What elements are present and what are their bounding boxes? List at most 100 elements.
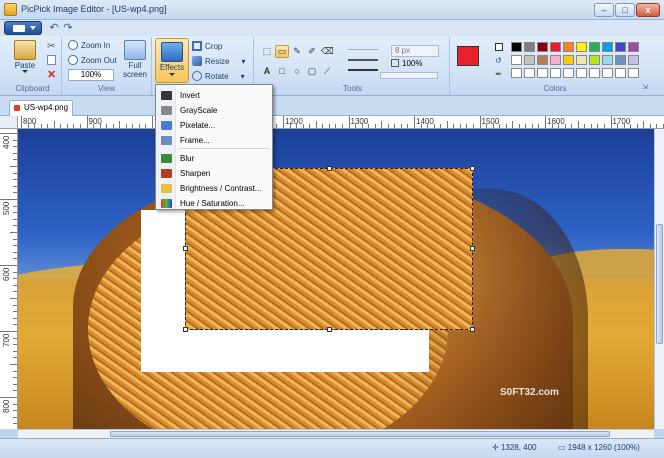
palette-swatch[interactable] xyxy=(602,68,613,78)
palette-swatch[interactable] xyxy=(511,42,522,52)
ruler-minor-tick xyxy=(99,124,101,128)
eraser-icon[interactable]: ⌫ xyxy=(320,45,334,58)
selection-handle[interactable] xyxy=(470,166,475,171)
ruler-minor-tick xyxy=(13,212,17,214)
palette-swatch[interactable] xyxy=(576,68,587,78)
palette-swatch[interactable] xyxy=(524,55,535,65)
palette-swatch[interactable] xyxy=(524,68,535,78)
undo-icon[interactable]: ↶ xyxy=(48,22,60,34)
palette-swatch[interactable] xyxy=(511,68,522,78)
palette-swatch[interactable] xyxy=(550,42,561,52)
reset-colors-icon[interactable]: ↺ xyxy=(495,56,502,65)
palette-swatch[interactable] xyxy=(524,42,535,52)
swap-colors-icon[interactable] xyxy=(495,43,503,51)
palette-swatch[interactable] xyxy=(537,42,548,52)
palette-swatch[interactable] xyxy=(628,55,639,65)
selection-handle[interactable] xyxy=(327,166,332,171)
palette-swatch[interactable] xyxy=(550,55,561,65)
palette-swatch[interactable] xyxy=(537,68,548,78)
selection-handle[interactable] xyxy=(183,327,188,332)
ruler-label: 1200 xyxy=(285,117,303,126)
resize-button[interactable]: Resize ▾ xyxy=(192,56,245,69)
selection-handle[interactable] xyxy=(183,246,188,251)
selection-handle[interactable] xyxy=(470,327,475,332)
rotate-button[interactable]: Rotate ▾ xyxy=(192,71,245,84)
copy-icon[interactable] xyxy=(47,55,56,65)
eyedropper-icon[interactable]: ✒ xyxy=(495,69,503,80)
full-screen-button[interactable]: Full screen xyxy=(120,40,150,79)
menu-item-label: Pixelate... xyxy=(180,121,216,130)
palette-swatch[interactable] xyxy=(511,55,522,65)
effects-menu-item[interactable]: Pixelate... xyxy=(157,118,271,133)
pencil-icon[interactable]: ✎ xyxy=(290,45,304,58)
effects-menu-item[interactable]: Frame... xyxy=(157,133,271,148)
selection-handle[interactable] xyxy=(470,246,475,251)
palette-swatch[interactable] xyxy=(628,68,639,78)
ruler-minor-tick xyxy=(617,124,619,128)
zoom-level-combo[interactable]: 100% xyxy=(68,69,114,81)
image-canvas[interactable]: S0FT32.com xyxy=(18,129,654,429)
effects-button[interactable]: Effects xyxy=(155,38,189,83)
vertical-scrollbar[interactable] xyxy=(654,129,664,429)
cut-icon[interactable]: ✂ xyxy=(47,41,55,52)
zoom-in-button[interactable]: Zoom In xyxy=(68,40,110,53)
minimize-button[interactable]: – xyxy=(594,3,614,17)
ellipse-icon[interactable]: ○ xyxy=(290,65,304,78)
select-tool-icon[interactable]: ⬚ xyxy=(260,45,274,58)
effects-menu-item[interactable]: Invert xyxy=(157,88,271,103)
ruler-major-tick xyxy=(0,199,17,200)
vertical-scroll-thumb[interactable] xyxy=(656,224,663,344)
zoom-out-button[interactable]: Zoom Out xyxy=(68,55,117,68)
palette-swatch[interactable] xyxy=(589,42,600,52)
opacity-slider[interactable] xyxy=(380,72,438,79)
selection-handle[interactable] xyxy=(327,327,332,332)
close-button[interactable]: x xyxy=(636,3,660,17)
line-style-option[interactable] xyxy=(348,59,378,61)
rectangle-icon[interactable]: □ xyxy=(275,65,289,78)
palette-swatch[interactable] xyxy=(589,68,600,78)
rectangle-select-icon[interactable]: ▭ xyxy=(275,45,289,58)
palette-swatch[interactable] xyxy=(628,42,639,52)
palette-swatch[interactable] xyxy=(615,55,626,65)
palette-swatch[interactable] xyxy=(563,55,574,65)
ruler-major-tick xyxy=(283,116,284,128)
effects-menu-item[interactable]: Hue / Saturation... xyxy=(157,196,271,211)
palette-swatch[interactable] xyxy=(576,42,587,52)
horizontal-scroll-thumb[interactable] xyxy=(110,431,610,437)
line-style-option[interactable] xyxy=(348,69,378,71)
ruler-label: 600 xyxy=(2,267,11,281)
palette-swatch[interactable] xyxy=(563,68,574,78)
crop-button[interactable]: Crop xyxy=(192,41,222,54)
document-tab[interactable]: US-wp4.png xyxy=(9,100,73,116)
effects-menu-item[interactable]: Brightness / Contrast... xyxy=(157,181,271,196)
rounded-rect-icon[interactable]: ▢ xyxy=(305,65,319,78)
palette-swatch[interactable] xyxy=(537,55,548,65)
app-menu-button[interactable] xyxy=(4,21,42,35)
line-width-combo[interactable]: 8 px xyxy=(391,45,439,57)
palette-swatch[interactable] xyxy=(576,55,587,65)
brush-icon[interactable]: ✐ xyxy=(305,45,319,58)
text-tool-icon[interactable]: A xyxy=(260,65,274,78)
redo-icon[interactable]: ↷ xyxy=(62,22,74,34)
delete-icon[interactable]: ✕ xyxy=(47,68,56,81)
palette-swatch[interactable] xyxy=(550,68,561,78)
ruler-minor-tick xyxy=(13,291,17,293)
palette-swatch[interactable] xyxy=(615,42,626,52)
line-style-option[interactable] xyxy=(348,49,378,50)
primary-color[interactable] xyxy=(457,46,479,66)
maximize-button[interactable]: □ xyxy=(615,3,635,17)
line-icon[interactable]: ⟋ xyxy=(320,65,334,78)
effects-menu-item[interactable]: Sharpen xyxy=(157,166,271,181)
rotate-icon xyxy=(192,71,202,81)
palette-swatch[interactable] xyxy=(563,42,574,52)
palette-swatch[interactable] xyxy=(589,55,600,65)
effects-menu-item[interactable]: Blur xyxy=(157,151,271,166)
horizontal-scrollbar[interactable] xyxy=(18,429,654,438)
ruler-minor-tick xyxy=(322,124,324,128)
palette-swatch[interactable] xyxy=(615,68,626,78)
palette-swatch[interactable] xyxy=(602,55,613,65)
menu-item-label: Invert xyxy=(180,91,201,100)
paste-button[interactable]: Paste xyxy=(10,40,40,73)
palette-swatch[interactable] xyxy=(602,42,613,52)
effects-menu-item[interactable]: GrayScale xyxy=(157,103,271,118)
